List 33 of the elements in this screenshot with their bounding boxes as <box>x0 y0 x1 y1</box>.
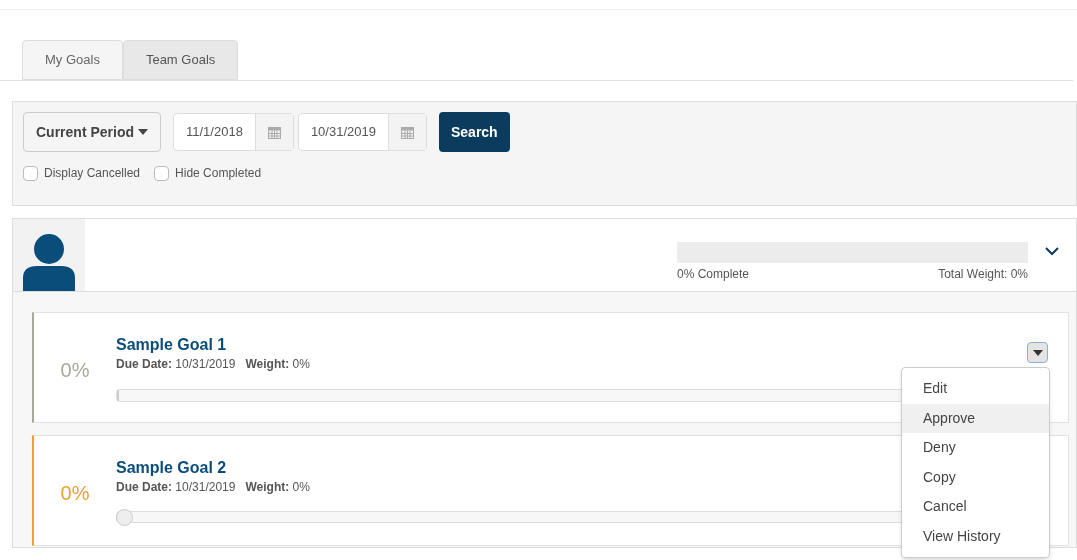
goal-title[interactable]: Sample Goal 1 <box>116 335 958 355</box>
chevron-icon[interactable] <box>1045 247 1059 256</box>
menu-item[interactable]: Copy <box>902 462 1049 492</box>
date-value: 11/1/2018 <box>185 123 244 142</box>
caret-icon <box>1032 349 1043 356</box>
goal-percent: 0% <box>60 357 90 383</box>
menu-item[interactable]: Deny <box>902 433 1049 463</box>
slider-handle[interactable] <box>116 508 133 526</box>
date-field[interactable]: 10/31/2019 <box>297 113 427 151</box>
date-field[interactable]: 11/1/2018 <box>173 113 294 151</box>
tab[interactable]: My Goals <box>22 40 123 80</box>
calendar-icon <box>267 125 281 139</box>
menu-item[interactable]: Approve <box>902 403 1049 433</box>
person-icon <box>23 234 75 291</box>
menu-toggle[interactable] <box>1027 342 1048 363</box>
checkbox[interactable] <box>23 165 38 181</box>
date-value: 10/31/2019 <box>309 123 377 142</box>
checkbox-label: Hide Completed <box>175 165 262 182</box>
checkbox-label: Display Cancelled <box>44 165 141 182</box>
period-dropdown[interactable]: Current Period <box>23 112 161 152</box>
menu-item[interactable]: Edit <box>902 374 1049 404</box>
checkbox[interactable] <box>154 165 170 181</box>
total-weight: Total Weight: 0% <box>938 266 1028 283</box>
complete-label: 0% Complete <box>677 266 750 283</box>
goal-details: Due Date: 10/31/2019 Weight: 0% <box>116 356 310 373</box>
search-button[interactable]: Search <box>438 112 510 152</box>
caret-icon <box>138 129 148 135</box>
calendar-icon <box>400 125 414 139</box>
goal-percent: 0% <box>60 480 90 506</box>
menu-item[interactable]: Cancel <box>902 492 1049 522</box>
goal-details: Due Date: 10/31/2019 Weight: 0% <box>116 479 310 496</box>
menu-item[interactable]: View History <box>902 521 1049 551</box>
tab[interactable]: Team Goals <box>122 40 239 80</box>
